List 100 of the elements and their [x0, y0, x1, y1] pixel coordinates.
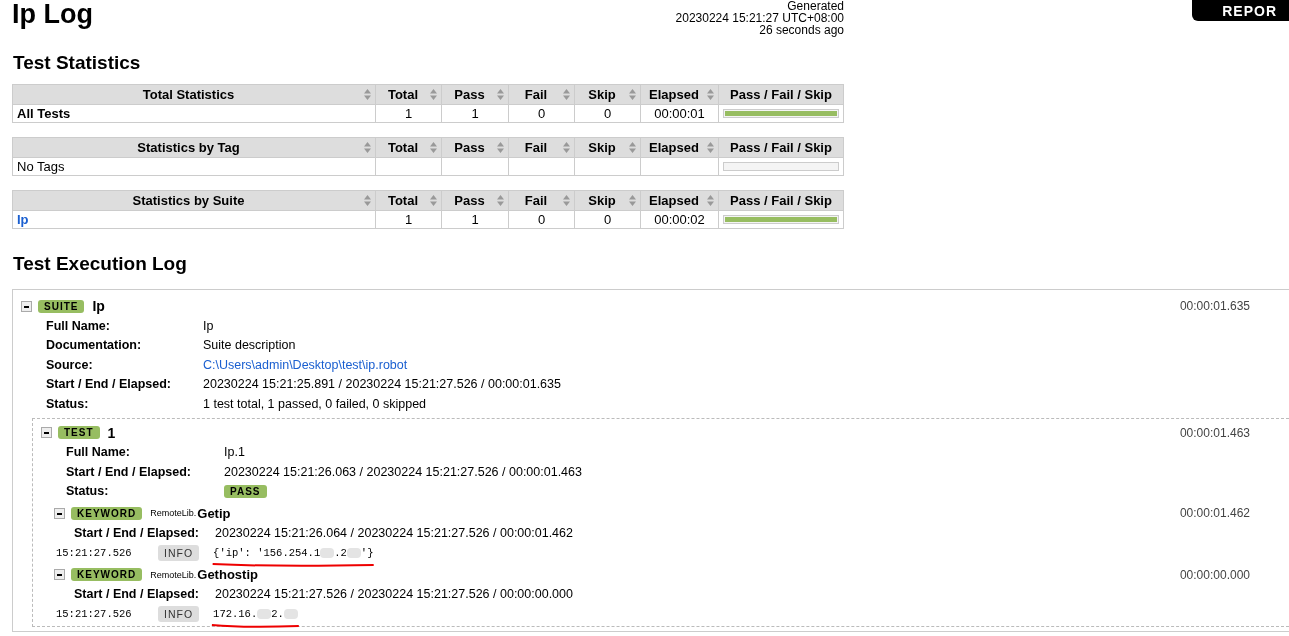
meta-value: 20230224 15:21:26.064 / 20230224 15:21:27.526 / 00:00:01.462 [215, 525, 574, 540]
meta-value: Ip.1 [224, 445, 246, 460]
log-message: 172.16. 2. [213, 608, 298, 620]
table-cell [441, 157, 509, 176]
meta-value: 1 test total, 1 passed, 0 failed, 0 skipped [203, 396, 428, 411]
collapse-toggle[interactable] [54, 569, 65, 580]
log-level-badge: INFO [158, 606, 200, 622]
meta-value: Suite description [203, 338, 297, 353]
status-badge: PASS [224, 484, 267, 498]
library-name: RemoteLib. [150, 508, 197, 518]
sort-icon[interactable] [497, 195, 504, 206]
table-cell: 1 [375, 104, 442, 123]
sort-icon[interactable] [629, 142, 636, 153]
meta-label: Start / End / Elapsed: [46, 377, 173, 392]
message-time: 15:21:27.526 [56, 546, 133, 559]
table-cell [508, 157, 575, 176]
meta-label: Status: [66, 484, 110, 499]
column-header[interactable]: Pass [441, 84, 509, 105]
column-header[interactable]: Pass [441, 190, 509, 211]
column-header[interactable]: Pass [441, 137, 509, 158]
elapsed-time: 00:00:01.463 [1179, 425, 1250, 440]
sort-icon[interactable] [563, 89, 570, 100]
sort-icon[interactable] [430, 195, 437, 206]
log-message: {'ip': '156.254.1 .2 '} [213, 546, 374, 559]
keyword-badge: KEYWORD [71, 506, 143, 520]
elapsed-time: 00:00:00.000 [1179, 567, 1250, 582]
column-header[interactable]: Fail [508, 137, 575, 158]
column-header[interactable]: Elapsed [640, 190, 719, 211]
meta-value: Ip [203, 318, 215, 333]
sort-icon[interactable] [563, 142, 570, 153]
test-badge: TEST [58, 426, 100, 439]
keyword-name: Gethostip [197, 567, 258, 582]
library-name: RemoteLib. [150, 569, 197, 580]
generated-info: 20230224 15:21:27 UTC+08:00 [675, 12, 844, 24]
meta-value: 20230224 15:21:27.526 / 20230224 15:21:27.526 / 00:00:00.000 [215, 587, 574, 602]
column-header: Pass / Fail / Skip [718, 84, 844, 105]
stat-name: No Tags [17, 159, 65, 174]
sort-icon[interactable] [629, 89, 636, 100]
column-header[interactable]: Skip [574, 84, 641, 105]
sort-icon[interactable] [707, 89, 714, 100]
elapsed-time: 00:00:01.462 [1179, 506, 1250, 520]
suite-link[interactable]: Ip [17, 212, 29, 227]
meta-label: Full Name: [66, 445, 131, 460]
collapse-toggle[interactable] [21, 300, 32, 312]
sort-icon[interactable] [364, 142, 371, 153]
column-header: Pass / Fail / Skip [718, 190, 844, 211]
sort-icon[interactable] [497, 142, 504, 153]
log-level-badge: INFO [158, 544, 200, 561]
sort-icon[interactable] [707, 142, 714, 153]
sort-icon[interactable] [563, 195, 570, 206]
meta-value: 20230224 15:21:25.891 / 20230224 15:21:27.526 / 00:00:01.635 [203, 377, 562, 392]
sort-icon[interactable] [707, 195, 714, 206]
meta-label: Source: [46, 357, 94, 372]
meta-label: Status: [46, 396, 90, 411]
table-cell: 1 [441, 210, 509, 229]
table-cell: 0 [508, 104, 575, 123]
column-header[interactable]: Statistics by Suite [12, 190, 376, 211]
collapse-toggle[interactable] [41, 427, 52, 438]
table-cell: 1 [375, 210, 442, 229]
keyword-name: Getip [197, 505, 231, 521]
column-header[interactable]: Elapsed [640, 137, 719, 158]
table-cell: 0 [574, 104, 641, 123]
sort-icon[interactable] [364, 195, 371, 206]
column-header[interactable]: Total Statistics [12, 84, 376, 105]
sort-icon[interactable] [430, 142, 437, 153]
page-title: Ip Log [12, 0, 94, 28]
meta-label: Documentation: [46, 338, 143, 353]
sort-icon[interactable] [364, 89, 371, 100]
suite-name: Ip [92, 298, 105, 314]
column-header[interactable]: Fail [508, 84, 575, 105]
collapse-toggle[interactable] [54, 507, 65, 519]
message-time: 15:21:27.526 [56, 608, 133, 620]
column-header[interactable]: Statistics by Tag [12, 137, 376, 158]
keyword-badge: KEYWORD [71, 568, 143, 581]
report-button[interactable]: REPOR [1192, 0, 1289, 21]
column-header[interactable]: Total [375, 190, 442, 211]
table-cell: 0 [574, 210, 641, 229]
blurred-text [283, 609, 298, 619]
table-cell: 0 [508, 210, 575, 229]
meta-label: Start / End / Elapsed: [74, 525, 201, 540]
table-cell: 00:00:01 [640, 104, 719, 123]
sort-icon[interactable] [497, 89, 504, 100]
table-cell: 00:00:02 [640, 210, 719, 229]
column-header[interactable]: Fail [508, 190, 575, 211]
meta-label: Start / End / Elapsed: [66, 464, 193, 479]
column-header[interactable]: Total [375, 84, 442, 105]
sort-icon[interactable] [629, 195, 636, 206]
column-header: Pass / Fail / Skip [718, 137, 844, 158]
column-header[interactable]: Skip [574, 137, 641, 158]
source-link[interactable]: C:\Users\admin\Desktop\test\ip.robot [203, 357, 1289, 372]
column-header[interactable]: Total [375, 137, 442, 158]
blurred-text [346, 547, 361, 558]
elapsed-time: 00:00:01.635 [1179, 299, 1250, 313]
sort-icon[interactable] [430, 89, 437, 100]
column-header[interactable]: Elapsed [640, 84, 719, 105]
section-title: Test Statistics [12, 51, 142, 75]
meta-label: Start / End / Elapsed: [74, 587, 201, 602]
table-cell [574, 157, 641, 176]
section-title: Test Execution Log [12, 252, 188, 276]
column-header[interactable]: Skip [574, 190, 641, 211]
